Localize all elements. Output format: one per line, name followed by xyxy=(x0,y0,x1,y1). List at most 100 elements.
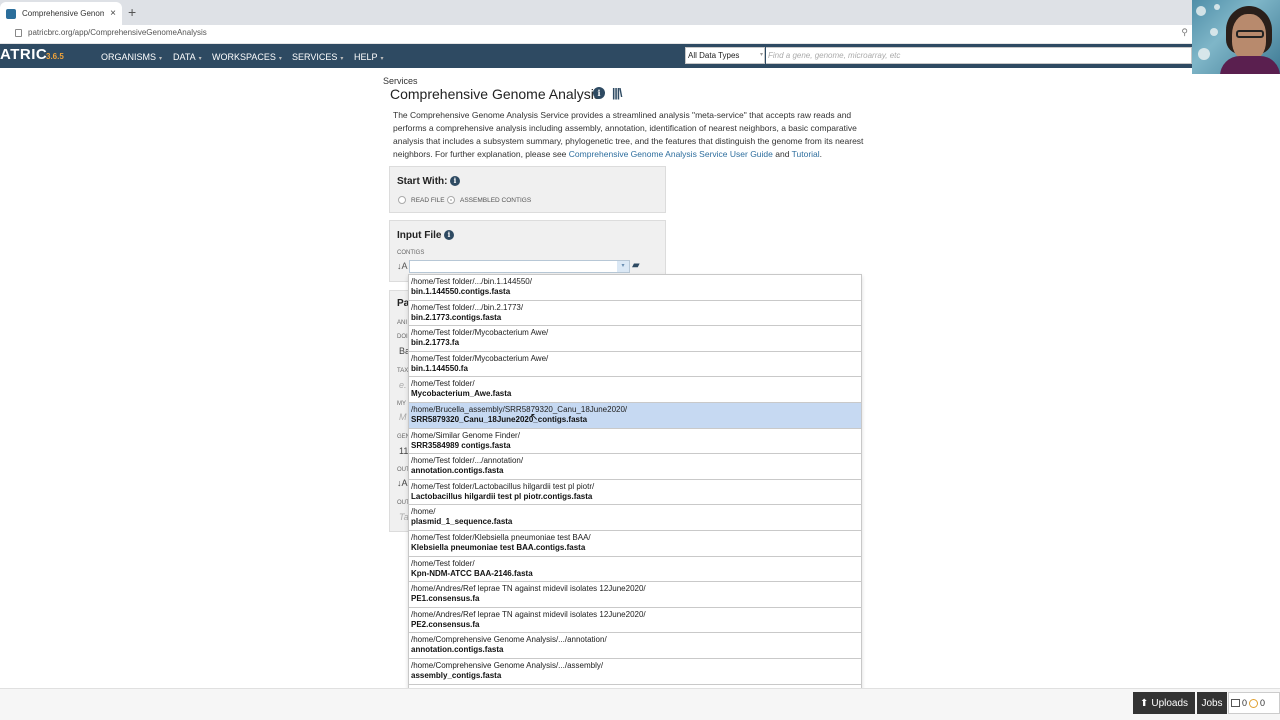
option-path: /home/Test folder/Mycobacterium Awe/ xyxy=(411,328,549,338)
dropdown-option[interactable]: /home/Andres/Ref leprae TN against midev… xyxy=(409,608,861,634)
field-value-fragment: e. xyxy=(399,380,407,390)
option-filename: Lactobacillus hilgardii test pl piotr.co… xyxy=(411,491,593,501)
contigs-label: CONTIGS xyxy=(397,250,425,256)
read-file-radio[interactable] xyxy=(398,196,406,204)
dropdown-option[interactable]: /home/Test folder/Kpn-NDM-ATCC BAA-2146.… xyxy=(409,557,861,583)
option-filename: bin.2.1773.contigs.fasta xyxy=(411,312,502,322)
option-filename: SRR3584989 contigs.fasta xyxy=(411,440,511,450)
url-text[interactable]: patricbrc.org/app/ComprehensiveGenomeAna… xyxy=(28,28,207,37)
option-filename: SRR5879320_Canu_18June2020_contigs.fasta xyxy=(411,414,588,424)
input-file-title: Input File xyxy=(397,230,442,241)
nav-workspaces[interactable]: WORKSPACES ▾ xyxy=(212,52,282,62)
mouse-cursor-icon: ↖ xyxy=(530,412,539,423)
running-count: 0 xyxy=(1260,698,1266,708)
option-filename: plasmid_1_sequence.fasta xyxy=(411,517,513,527)
field-label-fragment: DOI xyxy=(397,334,408,340)
nav-help[interactable]: HELP ▾ xyxy=(354,52,384,62)
option-path: /home/Andres/Ref leprae TN against midev… xyxy=(411,584,646,594)
upload-icon: ⬆ xyxy=(1139,697,1149,709)
nav-services[interactable]: SERVICES ▾ xyxy=(292,52,343,62)
contigs-dropdown-list[interactable]: /home/Test folder/.../bin.1.144550/bin.1… xyxy=(408,274,862,720)
option-filename: annotation.contigs.fasta xyxy=(411,466,504,476)
library-icon[interactable]: |||\ xyxy=(612,86,622,100)
assembled-contigs-radio[interactable] xyxy=(447,196,455,204)
uploads-button[interactable]: ⬆ Uploads xyxy=(1133,692,1195,714)
browser-tab[interactable]: Comprehensive Genome Analy × xyxy=(0,2,122,25)
option-filename: PE1.consensus.fa xyxy=(411,594,480,604)
chevron-down-icon: ▾ xyxy=(340,56,344,62)
option-filename: Klebsiella pneumoniae test BAA.contigs.f… xyxy=(411,542,586,552)
tutorial-link[interactable]: Tutorial xyxy=(792,149,820,159)
option-path: /home/Brucella_assembly/SRR5879320_Canu_… xyxy=(411,404,628,414)
nav-organisms[interactable]: ORGANISMS ▾ xyxy=(101,52,162,62)
option-filename: bin.1.144550.fa xyxy=(411,363,468,373)
option-path: /home/Test folder/.../annotation/ xyxy=(411,456,524,466)
option-path: /home/Test folder/ xyxy=(411,379,475,389)
dropdown-option[interactable]: /home/Similar Genome Finder/SRR3584989 c… xyxy=(409,429,861,455)
option-filename: bin.1.144550.contigs.fasta xyxy=(411,287,511,296)
nav-data[interactable]: DATA ▾ xyxy=(173,52,202,62)
field-label-fragment: ANI xyxy=(397,320,408,326)
info-icon[interactable]: i xyxy=(450,176,460,186)
dropdown-option[interactable]: /home/Test folder/Klebsiella pneumoniae … xyxy=(409,531,861,557)
field-value-fragment: 11 xyxy=(399,446,409,456)
option-path: /home/Test folder/.../bin.2.1773/ xyxy=(411,302,524,312)
option-path: /home/Test folder/Mycobacterium Awe/ xyxy=(411,353,549,363)
dropdown-option[interactable]: /home/Test folder/Mycobacterium_Awe.fast… xyxy=(409,377,861,403)
option-filename: PE2.consensus.fa xyxy=(411,619,480,629)
dropdown-option[interactable]: /home/Test folder/.../bin.1.144550/bin.1… xyxy=(409,275,861,301)
dropdown-option[interactable]: /home/Test folder/.../bin.2.1773/bin.2.1… xyxy=(409,301,861,327)
dropdown-option[interactable]: /home/plasmid_1_sequence.fasta xyxy=(409,505,861,531)
running-jobs-icon xyxy=(1249,698,1259,708)
zoom-icon[interactable]: ⚲ xyxy=(1181,27,1188,38)
dropdown-option[interactable]: /home/Andres/Ref leprae TN against midev… xyxy=(409,582,861,608)
option-filename: annotation.contigs.fasta xyxy=(411,645,504,655)
jobs-status[interactable]: 0 0 xyxy=(1228,692,1280,714)
dropdown-option[interactable]: /home/Brucella_assembly/SRR5879320_Canu_… xyxy=(409,402,861,429)
dropdown-option[interactable]: /home/Comprehensive Genome Analysis/.../… xyxy=(409,633,861,659)
address-bar[interactable]: patricbrc.org/app/ComprehensiveGenomeAna… xyxy=(0,25,1280,44)
webcam-video xyxy=(1192,0,1280,74)
lock-icon xyxy=(15,29,22,37)
info-icon[interactable]: i xyxy=(593,87,605,99)
chevron-down-icon: ▾ xyxy=(278,56,282,62)
option-path: /home/Test folder/Klebsiella pneumoniae … xyxy=(411,532,591,542)
dropdown-option[interactable]: /home/Test folder/Mycobacterium Awe/bin.… xyxy=(409,326,861,352)
contigs-input[interactable] xyxy=(409,260,630,273)
option-path: /home/Comprehensive Genome Analysis/.../… xyxy=(411,635,607,645)
service-description: The Comprehensive Genome Analysis Servic… xyxy=(393,110,864,159)
dropdown-option[interactable]: /home/Comprehensive Genome Analysis/.../… xyxy=(409,659,861,685)
data-type-select[interactable]: All Data Types ▾ xyxy=(685,47,765,64)
user-guide-link[interactable]: Comprehensive Genome Analysis Service Us… xyxy=(569,149,773,159)
sort-icon: ↓A xyxy=(397,478,408,488)
jobs-button[interactable]: Jobs xyxy=(1197,692,1227,714)
bottom-bar xyxy=(0,688,1280,720)
new-tab-icon[interactable]: + xyxy=(128,4,136,20)
option-path: /home/ xyxy=(411,507,436,517)
sort-icon[interactable]: ↓A xyxy=(397,261,408,271)
version-label: 3.6.5 xyxy=(46,52,64,61)
dropdown-option[interactable]: /home/Test folder/Lactobacillus hilgardi… xyxy=(409,480,861,506)
option-path: /home/Comprehensive Genome Analysis/.../… xyxy=(411,660,604,670)
chevron-down-icon: ▾ xyxy=(198,56,202,62)
dropdown-option[interactable]: /home/Test folder/.../annotation/annotat… xyxy=(409,454,861,480)
option-filename: bin.2.1773.fa xyxy=(411,338,460,348)
folder-icon[interactable]: ▰ xyxy=(632,260,640,271)
tab-title: Comprehensive Genome Analy xyxy=(22,9,105,18)
chevron-down-icon[interactable]: ▾ xyxy=(617,261,629,272)
site-header: ATRIC 3.6.5 ORGANISMS ▾ DATA ▾ WORKSPACES ▾… xyxy=(0,44,1280,68)
brand-logo[interactable]: ATRIC xyxy=(0,46,47,63)
global-search-input[interactable]: Find a gene, genome, microarray, etc xyxy=(766,47,1192,64)
uploads-label: Uploads xyxy=(1151,697,1189,709)
breadcrumb[interactable]: Services xyxy=(383,76,418,86)
close-tab-icon[interactable]: × xyxy=(110,8,116,19)
field-value-fragment: M xyxy=(399,412,407,422)
read-file-label: READ FILE xyxy=(411,197,445,204)
option-path: /home/Test folder/Lactobacillus hilgardi… xyxy=(411,481,595,491)
field-label-fragment: TAX xyxy=(397,368,409,374)
field-label-fragment: MY xyxy=(397,401,406,407)
option-path: /home/Test folder/.../bin.1.144550/ xyxy=(411,277,532,286)
dropdown-option[interactable]: /home/Test folder/Mycobacterium Awe/bin.… xyxy=(409,352,861,378)
start-with-panel xyxy=(389,166,666,213)
info-icon[interactable]: i xyxy=(444,230,454,240)
